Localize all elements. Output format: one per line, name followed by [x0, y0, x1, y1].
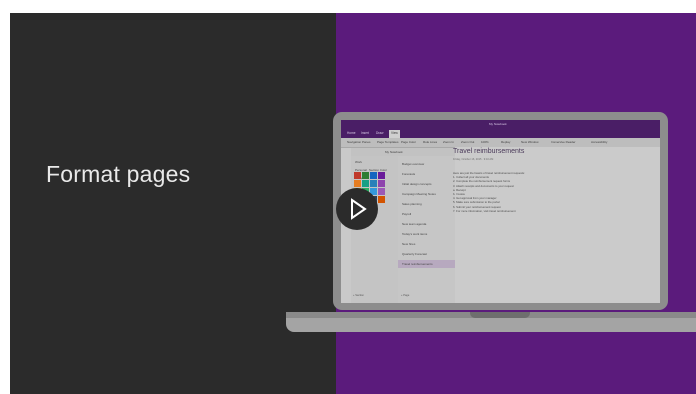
tab-draw[interactable]: Draw: [376, 131, 383, 135]
add-section-button[interactable]: + Section: [353, 294, 364, 297]
page-item[interactable]: New hires: [398, 240, 455, 248]
color-swatch[interactable]: [370, 172, 377, 179]
page-item-label: Campaign Meeting Notes: [402, 192, 436, 196]
notebook-name: My Notebook: [385, 150, 403, 154]
zoom-in-button[interactable]: Zoom In: [443, 140, 454, 144]
page-item[interactable]: Travel reimbursements: [398, 260, 455, 268]
add-page-button[interactable]: + Page: [401, 294, 409, 297]
title-panel: Format pages: [10, 13, 336, 394]
new-window-button[interactable]: New Window: [521, 140, 539, 144]
laptop-base: [286, 318, 696, 332]
page-title: Travel reimbursements: [453, 148, 525, 155]
zoom-out-button[interactable]: Zoom Out: [461, 140, 474, 144]
color-swatch[interactable]: [370, 180, 377, 187]
tab-home[interactable]: Home: [347, 131, 356, 135]
page-item-label: Budget overview: [402, 162, 425, 166]
page-item[interactable]: Quarterly Forecast: [398, 250, 455, 258]
play-button[interactable]: [336, 188, 378, 230]
color-swatch[interactable]: [354, 172, 361, 179]
slide-headline: Format pages: [46, 161, 191, 187]
page-item-label: Forecasts: [402, 172, 416, 176]
laptop-screen: My Notebook Home Insert Draw View Naviga…: [341, 120, 660, 303]
color-swatch[interactable]: [378, 172, 385, 179]
page-item-label: Sales planning: [402, 202, 422, 206]
color-swatch[interactable]: [378, 180, 385, 187]
page-item[interactable]: Campaign Meeting Notes: [398, 190, 455, 198]
notebook-header[interactable]: My Notebook: [351, 148, 455, 156]
page-body-line: 7. For more information, visit travel re…: [453, 208, 516, 213]
tab-view[interactable]: View: [389, 130, 400, 138]
ribbon-tabs: Home Insert Draw View: [341, 129, 660, 138]
laptop-notch: [470, 312, 530, 318]
page-item[interactable]: Forecasts: [398, 170, 455, 178]
color-swatch[interactable]: [362, 172, 369, 179]
page-item[interactable]: Payroll: [398, 210, 455, 218]
page-item-label: Today's work items: [402, 232, 428, 236]
color-swatch[interactable]: [362, 180, 369, 187]
color-swatch[interactable]: [378, 188, 385, 195]
color-swatch[interactable]: [378, 196, 385, 203]
page-item[interactable]: Initial design concepts: [398, 180, 455, 188]
color-swatch[interactable]: [354, 180, 361, 187]
page-item[interactable]: New team agenda: [398, 220, 455, 228]
accessibility-button[interactable]: Accessibility: [591, 140, 607, 144]
page-item-label: Initial design concepts: [402, 182, 432, 186]
page-item-label: Payroll: [402, 212, 412, 216]
page-item[interactable]: Sales planning: [398, 200, 455, 208]
page-item[interactable]: Budget overview: [398, 160, 455, 168]
rule-lines-button[interactable]: Rule Lines: [423, 140, 437, 144]
page-color-button[interactable]: Page Color: [401, 140, 416, 144]
tab-insert[interactable]: Insert: [361, 131, 369, 135]
page-item-label: Quarterly Forecast: [402, 252, 427, 256]
page-item[interactable]: Today's work items: [398, 230, 455, 238]
page-item-label: Travel reimbursements: [402, 262, 433, 266]
play-icon: [351, 198, 367, 220]
window-title: My Notebook: [489, 122, 507, 126]
page-item-label: New hires: [402, 242, 416, 246]
page-date: Friday, October 16, 2015 · 9:10 AM: [453, 158, 494, 161]
section-item-work[interactable]: Work: [355, 160, 362, 164]
zoom-100-button[interactable]: 100%: [481, 140, 489, 144]
pages-pane: Budget overview Forecasts Initial design c…: [398, 156, 456, 303]
replay-button[interactable]: Replay: [501, 140, 510, 144]
app-titlebar: My Notebook: [341, 120, 660, 129]
page-templates-button[interactable]: Page Templates: [377, 140, 398, 144]
page-item-label: New team agenda: [402, 222, 427, 226]
navigation-panes-button[interactable]: Navigation Panes: [347, 140, 371, 144]
immersive-reader-button[interactable]: Immersive Reader: [551, 140, 576, 144]
